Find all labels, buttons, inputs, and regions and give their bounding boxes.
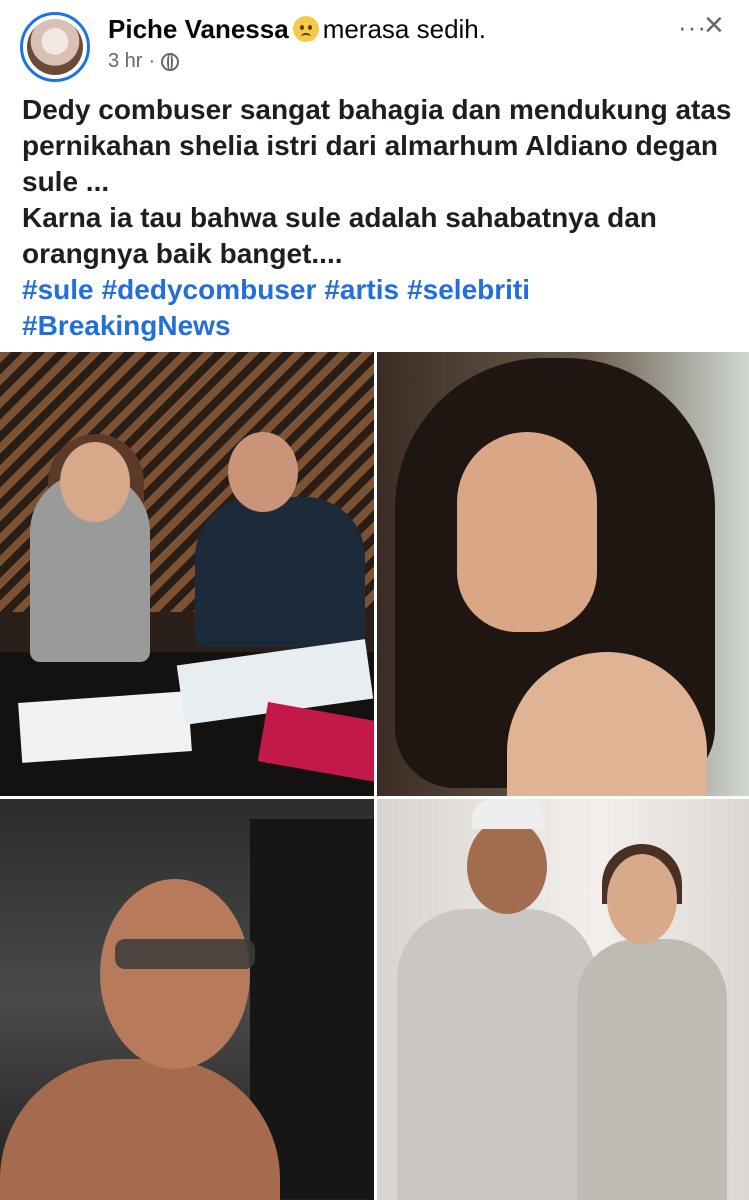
author-avatar[interactable] bbox=[20, 12, 90, 82]
photo-hat bbox=[472, 799, 544, 829]
photo-figure bbox=[577, 939, 727, 1200]
photo-paper bbox=[18, 691, 192, 763]
photo-figure-head bbox=[467, 819, 547, 914]
photo-figure bbox=[397, 909, 597, 1200]
author-line: Piche Vanessa merasa sedih. bbox=[108, 14, 486, 45]
photo-figure bbox=[195, 497, 365, 647]
hashtag-list: #sule #dedycombuser #artis #selebriti #Break… bbox=[22, 272, 737, 344]
photo-figure-head bbox=[60, 442, 130, 522]
close-icon[interactable]: × bbox=[704, 6, 724, 45]
hashtag-link[interactable]: #selebriti bbox=[407, 274, 530, 305]
sad-face-emoji-icon bbox=[292, 16, 319, 42]
photo-glasses bbox=[115, 939, 255, 969]
post-text-line: Dedy combuser sangat bahagia dan menduku… bbox=[22, 94, 732, 197]
hashtag-link[interactable]: #dedycombuser bbox=[102, 274, 317, 305]
photo-figure-head bbox=[100, 879, 250, 1069]
photo-gym[interactable] bbox=[0, 799, 374, 1200]
feeling-text: merasa sedih. bbox=[322, 14, 486, 44]
hashtag-link[interactable]: #sule bbox=[22, 274, 94, 305]
hashtag-link[interactable]: #artis bbox=[324, 274, 399, 305]
photo-figure-head bbox=[457, 432, 597, 632]
meta-separator: · bbox=[148, 50, 156, 72]
photo-signing[interactable] bbox=[0, 352, 374, 796]
post-time[interactable]: 3 hr bbox=[108, 50, 142, 73]
photo-figure-head bbox=[228, 432, 298, 512]
more-options-icon[interactable]: ··· bbox=[678, 12, 707, 43]
photo-figure-head bbox=[607, 854, 677, 944]
author-name[interactable]: Piche Vanessa bbox=[108, 14, 289, 44]
post-meta: 3 hr · bbox=[108, 50, 180, 73]
post-text-line: Karna ia tau bahwa sule adalah sahabatny… bbox=[22, 202, 657, 269]
hashtag-link[interactable]: #BreakingNews bbox=[22, 310, 231, 341]
post-body: Dedy combuser sangat bahagia dan menduku… bbox=[22, 92, 737, 344]
photo-grid bbox=[0, 352, 749, 1200]
photo-wedding[interactable] bbox=[377, 799, 749, 1200]
photo-portrait[interactable] bbox=[377, 352, 749, 796]
globe-icon[interactable] bbox=[161, 52, 180, 71]
avatar-photo bbox=[27, 19, 83, 75]
post-header: Piche Vanessa merasa sedih. 3 hr · ··· × bbox=[0, 0, 749, 86]
